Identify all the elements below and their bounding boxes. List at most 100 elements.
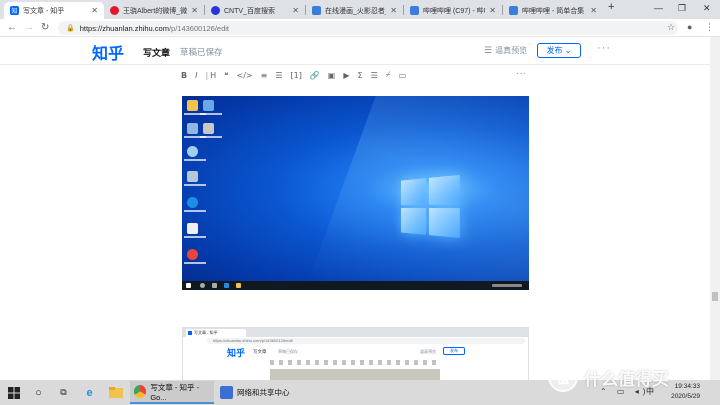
- video-icon[interactable]: ▶: [343, 71, 349, 80]
- network-icon: [187, 123, 198, 134]
- editor-more-button[interactable]: ···: [516, 68, 526, 79]
- bookmark-star-icon[interactable]: ☆: [667, 22, 675, 33]
- tab-label: 王骁Albert的微博_微博: [123, 7, 188, 15]
- back-arrow-icon[interactable]: ←: [7, 22, 17, 33]
- folder-icon: [187, 100, 198, 111]
- baidu-icon: [211, 6, 220, 15]
- formula-button[interactable]: Σ: [358, 71, 363, 80]
- bold-button[interactable]: B: [181, 71, 187, 80]
- address-bar[interactable]: 🔒 https://zhuanlan.zhihu.com/p/143600126…: [58, 21, 678, 35]
- embedded-page-title: 写文章: [253, 349, 267, 354]
- zhihu-icon: [188, 331, 192, 335]
- close-icon[interactable]: ✕: [91, 6, 98, 15]
- embedded-publish-button: 发布: [443, 347, 465, 355]
- embedded-desktop-screenshot[interactable]: [182, 96, 529, 290]
- clock-date[interactable]: 2020/5/29: [655, 393, 700, 400]
- tab-weibo[interactable]: 王骁Albert的微博_微博 ✕: [104, 2, 204, 19]
- embedded-browser-screenshot[interactable]: 写文章 - 知乎 https://zhuanlan.zhihu.com/p/14…: [182, 327, 529, 380]
- tab-bilibili-collection[interactable]: 哔哩哔哩 - 简单合集 ✕: [503, 2, 603, 19]
- close-icon[interactable]: ✕: [191, 6, 198, 15]
- search-icon: [200, 283, 205, 288]
- preview-button[interactable]: ☰ 逼真预览: [484, 45, 527, 56]
- tab-label: 写文章 - 知乎: [23, 7, 65, 15]
- url-path: /p/143600126/edit: [168, 23, 230, 33]
- minimize-icon[interactable]: —: [654, 3, 663, 13]
- chrome-icon: [187, 249, 198, 260]
- image-icon[interactable]: ▣: [328, 71, 336, 80]
- forward-arrow-icon[interactable]: →: [24, 22, 34, 33]
- close-icon[interactable]: ✕: [590, 6, 597, 15]
- edge-icon[interactable]: e: [82, 385, 97, 400]
- browser-toolbar: ← → ↻ 🔒 https://zhuanlan.zhihu.com/p/143…: [0, 19, 720, 37]
- tab-label: 哔哩哔哩 (C97) - 哔哩哔哩: [423, 7, 485, 15]
- embedded-zhihu-logo: 知乎: [227, 349, 246, 359]
- chrome-icon: [134, 385, 147, 398]
- desktop-icon-label: [184, 210, 206, 212]
- weibo-icon: [110, 6, 119, 15]
- italic-button[interactable]: I: [195, 71, 197, 80]
- computer-icon: [203, 123, 214, 134]
- desktop-icon-label: [184, 136, 206, 138]
- task-view-icon[interactable]: ⧉: [56, 385, 71, 400]
- windows-logo-icon: [401, 174, 461, 239]
- taskbar-app-network[interactable]: 网络和共享中心: [216, 381, 300, 404]
- zhihu-icon: 知: [10, 6, 19, 15]
- zhihu-logo[interactable]: 知乎: [92, 40, 124, 64]
- close-icon[interactable]: ✕: [390, 6, 397, 15]
- browser-tab-strip: 知 写文章 - 知乎 ✕ 王骁Albert的微博_微博 ✕ CNTV_百度搜索 …: [0, 0, 720, 19]
- maximize-icon[interactable]: ❐: [678, 3, 686, 14]
- preview-icon: ☰: [484, 45, 493, 55]
- tray-clock: [492, 284, 522, 287]
- more-options-button[interactable]: ···: [597, 42, 611, 54]
- code-button[interactable]: </>: [237, 71, 253, 80]
- tab-bilibili-c97[interactable]: 哔哩哔哩 (C97) - 哔哩哔哩 ✕: [404, 2, 502, 19]
- network-icon: [220, 386, 233, 399]
- edge-icon: [224, 283, 229, 288]
- watermark-badge: 值: [548, 362, 578, 392]
- page-scrollbar[interactable]: [710, 37, 720, 380]
- taskbar-app-chrome[interactable]: 写文章 - 知乎 - Go...: [130, 381, 214, 404]
- quote-button[interactable]: ❝: [224, 71, 228, 80]
- embedded-image: [270, 369, 440, 380]
- scrollbar-thumb[interactable]: [712, 292, 718, 301]
- url-host: https://zhuanlan.zhihu.com: [79, 23, 169, 33]
- window-close-icon[interactable]: ✕: [703, 3, 711, 14]
- page-icon: [312, 6, 321, 15]
- desktop-icon-label: [184, 184, 206, 186]
- close-icon[interactable]: ✕: [489, 6, 496, 15]
- tab-label: 哔哩哔哩 - 简单合集: [522, 7, 585, 15]
- taskbar-app-label: 写文章 - 知乎 - Go...: [150, 382, 200, 402]
- desktop-icon-label: [200, 113, 222, 115]
- divider-button[interactable]: ☰: [371, 71, 378, 80]
- publish-button[interactable]: 发布 ⌄: [537, 43, 581, 58]
- recycle-bin-icon: [187, 171, 198, 182]
- attachment-icon[interactable]: ▭: [399, 71, 407, 80]
- tab-baidu[interactable]: CNTV_百度搜索 ✕: [205, 2, 305, 19]
- search-icon[interactable]: ○: [31, 385, 46, 400]
- embedded-tab-strip: 写文章 - 知乎: [183, 328, 528, 337]
- network-icon: [203, 100, 214, 111]
- embedded-editor-toolbar: [270, 360, 440, 365]
- embedded-save-status: 草稿已保存: [278, 349, 298, 354]
- tab-manga[interactable]: 在线漫画_火影忍者_海贼王 ✕: [306, 2, 403, 19]
- browser-menu-icon[interactable]: ⋮: [705, 22, 714, 33]
- link-icon[interactable]: 🔗: [310, 71, 320, 80]
- reload-icon[interactable]: ↻: [41, 22, 49, 33]
- embedded-taskbar: [182, 281, 529, 290]
- heading-button[interactable]: H: [210, 71, 216, 80]
- unordered-list-button[interactable]: ☰: [275, 71, 282, 80]
- start-icon[interactable]: [6, 385, 21, 400]
- start-icon: [186, 283, 191, 288]
- reference-button[interactable]: [1]: [290, 71, 301, 80]
- preview-label: 逼真预览: [495, 46, 528, 55]
- embedded-tab: 写文章 - 知乎: [186, 329, 246, 337]
- file-explorer-icon[interactable]: [108, 385, 123, 400]
- ordered-list-button[interactable]: ≡: [261, 71, 268, 80]
- close-icon[interactable]: ✕: [292, 6, 299, 15]
- watermark: 值 什么值得买: [548, 362, 718, 392]
- clear-format-icon[interactable]: ⌿: [386, 70, 391, 80]
- profile-icon[interactable]: ●: [687, 22, 692, 32]
- tab-zhihu-editor[interactable]: 知 写文章 - 知乎 ✕: [4, 2, 104, 19]
- taskbar-app-label: 网络和共享中心: [237, 388, 290, 397]
- new-tab-button[interactable]: +: [608, 1, 614, 13]
